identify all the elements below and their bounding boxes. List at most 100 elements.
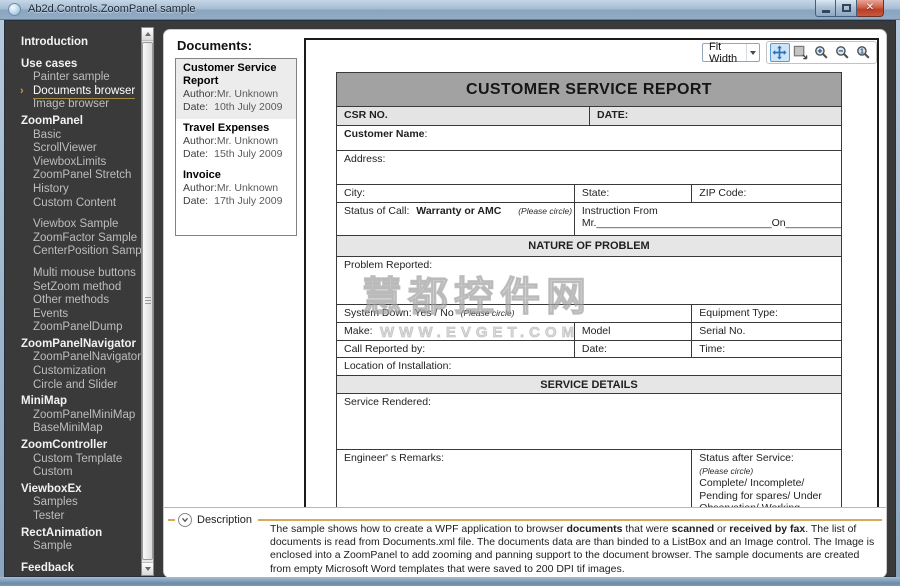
scrollbar-down-button[interactable] xyxy=(142,562,153,575)
sidebar-item-customization[interactable]: Customization xyxy=(13,365,143,379)
sidebar-navigation: Introduction Use cases Painter sample › … xyxy=(13,33,143,572)
pan-button[interactable] xyxy=(770,43,790,62)
sidebar-item-rectanimation[interactable]: RectAnimation xyxy=(13,527,143,541)
colon: : xyxy=(425,128,428,140)
description-bold-segment: scanned xyxy=(672,523,715,535)
form-title-row: CUSTOMER SERVICE REPORT xyxy=(337,73,841,106)
sidebar-item-viewboxex[interactable]: ViewboxEx xyxy=(13,483,143,497)
fit-mode-combobox[interactable]: Fit Width xyxy=(702,43,760,62)
scrollbar-thumb[interactable] xyxy=(142,42,153,560)
form-row-address: Address: xyxy=(337,150,841,184)
sidebar-item-zoompaneldump[interactable]: ZoomPanelDump xyxy=(13,321,143,335)
sidebar-item-painter-sample[interactable]: Painter sample xyxy=(13,71,143,85)
rule-dash xyxy=(168,519,175,521)
sidebar-item-use-cases[interactable]: Use cases xyxy=(13,58,143,72)
sidebar-item-tester[interactable]: Tester xyxy=(13,510,143,524)
status-value: Warranty or AMC xyxy=(416,205,501,217)
form-row-status-instruction: Status of Call: Warranty or AMC (Please … xyxy=(337,202,841,235)
sidebar-item-basic[interactable]: Basic xyxy=(13,129,143,143)
problem-reported-label: Problem Reported: xyxy=(337,257,841,304)
scrollbar-up-button[interactable] xyxy=(142,28,153,41)
sidebar-item-history[interactable]: History xyxy=(13,183,143,197)
make-label: Make: xyxy=(337,323,574,340)
sidebar-item-image-browser[interactable]: Image browser xyxy=(13,98,143,112)
list-item-invoice[interactable]: Invoice Author:Mr. Unknown Date:17th Jul… xyxy=(176,166,296,213)
city-label: City: xyxy=(337,185,574,202)
author-value: Mr. Unknown xyxy=(217,135,278,147)
status-of-call-label: Status of Call: xyxy=(344,205,409,217)
sidebar-item-introduction[interactable]: Introduction xyxy=(13,36,143,50)
close-icon: ✕ xyxy=(866,3,874,13)
sidebar-item-viewbox-sample[interactable]: Viewbox Sample xyxy=(13,218,143,232)
sidebar-item-samples[interactable]: Samples xyxy=(13,496,143,510)
call-reported-by-label: Call Reported by: xyxy=(337,341,574,357)
sidebar-item-zoomcontroller[interactable]: ZoomController xyxy=(13,439,143,453)
equipment-type-label: Equipment Type: xyxy=(691,305,841,322)
form-section-nature: NATURE OF PROBLEM xyxy=(337,235,841,256)
zoom-out-button[interactable] xyxy=(833,43,853,62)
window-bottom-frame xyxy=(0,577,900,586)
sidebar-item-events[interactable]: Events xyxy=(13,308,143,322)
sidebar-item-documents-browser[interactable]: › Documents browser xyxy=(13,85,143,99)
address-label: Address: xyxy=(337,151,841,184)
description-segment: The sample shows how to create a WPF app… xyxy=(270,523,566,535)
sidebar-item-scrollviewer[interactable]: ScrollViewer xyxy=(13,142,143,156)
sidebar-item-zoomfactor-sample[interactable]: ZoomFactor Sample xyxy=(13,232,143,246)
description-bold-segment: received by fax xyxy=(729,523,805,535)
document-title: Customer Service Report xyxy=(183,62,289,88)
sidebar-item-zoompanel-stretch[interactable]: ZoomPanel Stretch xyxy=(13,169,143,183)
date-value: 10th July 2009 xyxy=(214,101,282,113)
sidebar-item-label: Documents browser xyxy=(33,85,135,99)
sidebar-scrollbar[interactable] xyxy=(141,27,154,576)
sidebar-item-zoompanelminimap[interactable]: ZoomPanelMiniMap xyxy=(13,409,143,423)
zoom-reset-icon: 1 xyxy=(856,45,871,60)
minimize-icon xyxy=(822,10,830,13)
sidebar-item-zoompanelnavigator-header[interactable]: ZoomPanelNavigator xyxy=(13,338,143,352)
zoom-in-button[interactable] xyxy=(812,43,832,62)
sidebar-item-multi-mouse-buttons[interactable]: Multi mouse buttons xyxy=(13,267,143,281)
chevron-down-icon xyxy=(750,51,756,55)
document-page: CUSTOMER SERVICE REPORT CSR NO. DATE: Cu… xyxy=(304,38,879,507)
sidebar-item-zoompanel[interactable]: ZoomPanel xyxy=(13,115,143,129)
description-label: Description xyxy=(197,514,252,526)
list-item-travel-expenses[interactable]: Travel Expenses Author:Mr. Unknown Date:… xyxy=(176,119,296,166)
sidebar-item-viewboxlimits[interactable]: ViewboxLimits xyxy=(13,156,143,170)
please-circle-note: (Please circle) xyxy=(699,465,834,478)
zoom-toolbar: 1 xyxy=(766,41,877,64)
arrow-down-icon xyxy=(145,567,151,571)
sidebar-item-custom[interactable]: Custom xyxy=(13,466,143,480)
time-label: Time: xyxy=(691,341,841,357)
form-section-service-details: SERVICE DETAILS xyxy=(337,375,841,393)
collapse-toggle-button[interactable] xyxy=(178,513,192,527)
sidebar-item-baseminimap[interactable]: BaseMiniMap xyxy=(13,422,143,436)
state-label: State: xyxy=(574,185,691,202)
form-row-customer-name: Customer Name: xyxy=(337,125,841,150)
maximize-button[interactable] xyxy=(836,0,857,17)
title-bar: Ab2d.Controls.ZoomPanel sample xyxy=(0,0,900,20)
sidebar-item-centerposition-sample[interactable]: CenterPosition Sample xyxy=(13,245,143,259)
sidebar-item-minimap[interactable]: MiniMap xyxy=(13,395,143,409)
sidebar-item-setzoom-method[interactable]: SetZoom method xyxy=(13,281,143,295)
sidebar-item-sample[interactable]: Sample xyxy=(13,540,143,554)
sidebar-item-custom-content[interactable]: Custom Content xyxy=(13,197,143,211)
minimize-button[interactable] xyxy=(815,0,836,17)
zoom-reset-button[interactable]: 1 xyxy=(854,43,874,62)
sidebar-item-feedback[interactable]: Feedback xyxy=(13,562,143,576)
rectangle-zoom-button[interactable] xyxy=(791,43,811,62)
form-row-make-model-serial: Make: Model Serial No. xyxy=(337,322,841,340)
zoom-panel-viewer[interactable]: CUSTOMER SERVICE REPORT CSR NO. DATE: Cu… xyxy=(297,30,888,507)
list-item-customer-service-report[interactable]: Customer Service Report Author:Mr. Unkno… xyxy=(176,59,296,119)
sidebar-item-zoompanelnavigator[interactable]: ZoomPanelNavigator xyxy=(13,351,143,365)
sidebar-item-circle-and-slider[interactable]: Circle and Slider xyxy=(13,379,143,393)
csr-no-label: CSR NO. xyxy=(337,107,589,125)
date2-label: Date: xyxy=(574,341,691,357)
status-options: Complete/ Incomplete/ Pending for spares… xyxy=(699,477,834,507)
date-value: 17th July 2009 xyxy=(214,195,282,207)
description-segment: that were xyxy=(622,523,671,535)
author-label: Author: xyxy=(183,88,217,100)
sidebar-item-custom-template[interactable]: Custom Template xyxy=(13,453,143,467)
date-value: 15th July 2009 xyxy=(214,148,282,160)
zoom-out-icon xyxy=(835,45,850,60)
sidebar-item-other-methods[interactable]: Other methods xyxy=(13,294,143,308)
close-button[interactable]: ✕ xyxy=(857,0,884,17)
